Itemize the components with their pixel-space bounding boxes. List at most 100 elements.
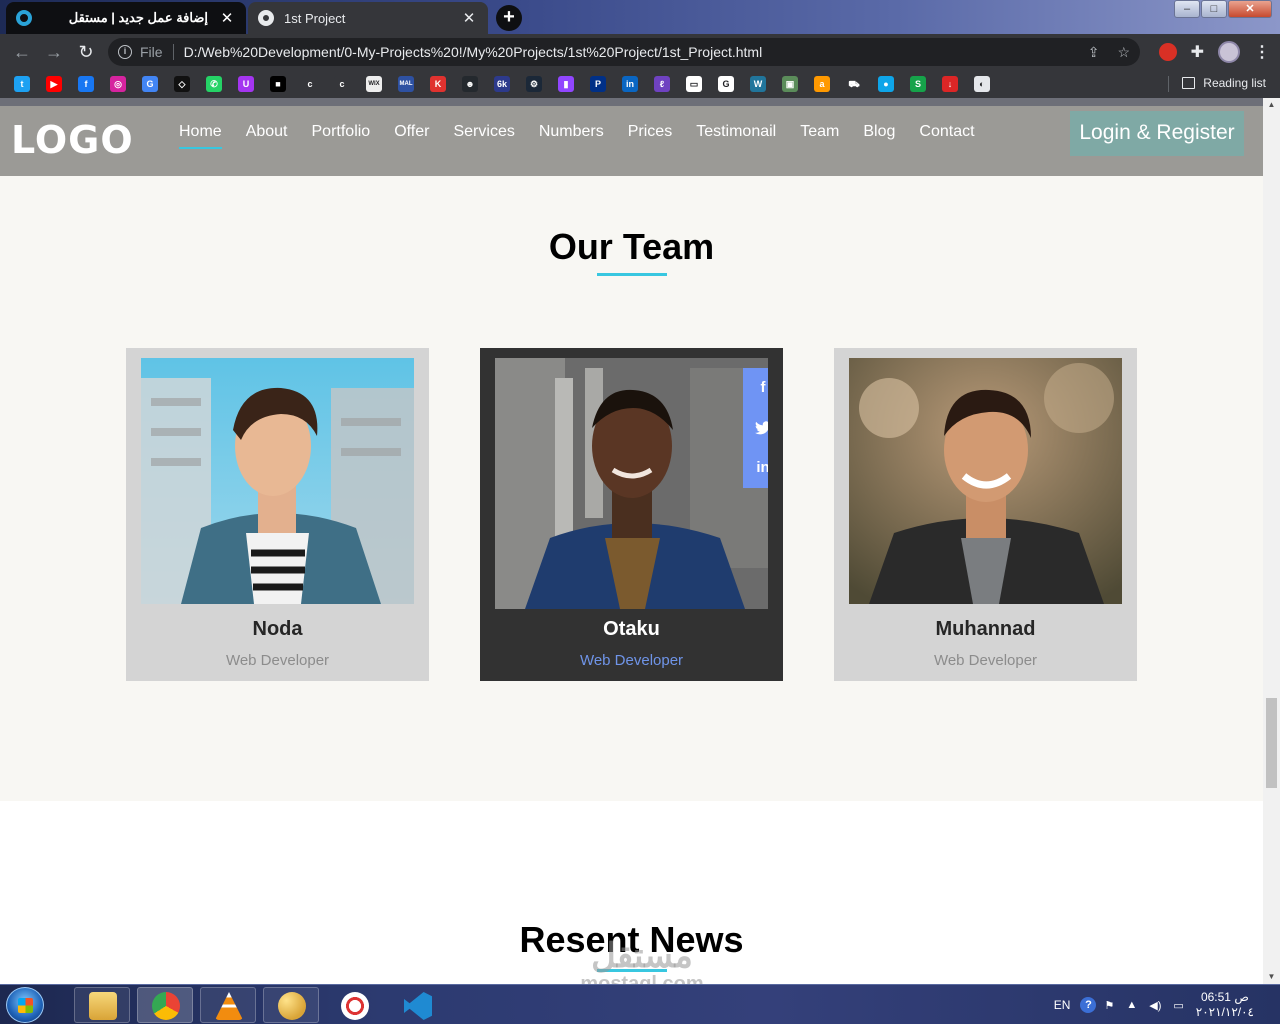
portrait-image [495,358,768,609]
new-tab-button[interactable]: + [496,5,522,31]
explorer-icon[interactable] [74,987,130,1023]
close-tab-icon[interactable]: ✕ [460,9,478,27]
c2-icon[interactable]: c [334,76,350,92]
nav-services[interactable]: Services [453,123,514,149]
twitter-icon[interactable] [743,408,768,448]
start-button[interactable] [6,987,44,1023]
page-viewport: LOGO Home About Portfolio Offer Services… [0,98,1263,984]
scroll-up-icon[interactable]: ▲ [1263,98,1280,112]
nav-offer[interactable]: Offer [394,123,429,149]
login-register-button[interactable]: Login & Register [1070,111,1244,156]
k-icon[interactable]: K [430,76,446,92]
bookmarks-divider [1168,76,1169,92]
mal-icon[interactable]: MAL [398,76,414,92]
codepen-icon[interactable]: ◇ [174,76,190,92]
page-scrollbar[interactable]: ▲ ▼ [1263,98,1280,984]
youtube-icon[interactable]: ▶ [46,76,62,92]
vlc-icon[interactable] [200,987,256,1023]
circle-icon[interactable]: ● [878,76,894,92]
steam-icon[interactable]: ⚙ [526,76,542,92]
back-arrow-icon[interactable]: ← [12,42,32,62]
whatsapp-icon[interactable]: ✆ [206,76,222,92]
feather-icon[interactable]: ℓ [654,76,670,92]
nav-team[interactable]: Team [800,123,839,149]
extensions-puzzle-icon[interactable]: ✚ [1191,42,1204,62]
download-icon[interactable]: ↓ [942,76,958,92]
site-icon[interactable]: ▭ [686,76,702,92]
google-icon[interactable]: G [718,76,734,92]
close-window-button[interactable]: ✕ [1228,0,1272,18]
tab-title: 1st Project [284,10,346,26]
wix-icon[interactable]: WIX [366,76,382,92]
nav-testimonail[interactable]: Testimonail [696,123,776,149]
close-tab-icon[interactable]: ✕ [218,9,236,27]
wordpress-icon[interactable]: W [750,76,766,92]
show-hidden-icons[interactable]: ▲ [1126,999,1137,1011]
tab-mostaql[interactable]: إضافة عمل جديد | مستقل ✕ [6,2,246,34]
image-icon[interactable]: ▣ [782,76,798,92]
s-icon[interactable]: S [910,76,926,92]
portrait-image [141,358,414,604]
network-icon[interactable]: ▭ [1173,999,1183,1012]
maximize-button[interactable]: □ [1201,0,1227,18]
browser-toolbar: ← → ↻ i File D:/Web%20Development/0-My-P… [0,34,1280,70]
help-icon[interactable]: ? [1080,997,1097,1013]
scroll-thumb[interactable] [1266,698,1277,788]
udemy-icon[interactable]: U [238,76,254,92]
github-icon[interactable]: ☻ [462,76,478,92]
globe-icon[interactable]: ◐ [974,76,990,92]
news-title-underline [597,969,667,972]
language-indicator[interactable]: EN [1054,998,1071,1012]
scroll-down-icon[interactable]: ▼ [1263,970,1280,984]
reading-list-button[interactable]: Reading list [1182,76,1266,90]
tab-1st-project[interactable]: 1st Project ✕ [248,2,488,34]
address-bar[interactable]: i File D:/Web%20Development/0-My-Project… [108,38,1140,66]
paint-icon[interactable] [263,987,319,1023]
nav-numbers[interactable]: Numbers [539,123,604,149]
window-controls: – □ ✕ [1173,0,1272,18]
menu-kebab-icon[interactable]: ⋮ [1254,42,1270,62]
share-icon[interactable]: ⇪ [1088,44,1100,61]
team-card-otaku[interactable]: f in Otaku Web Developer [480,348,783,681]
paypal-icon[interactable]: P [590,76,606,92]
linkedin-icon[interactable]: in [622,76,638,92]
clock[interactable]: 06:51 ص ٢٠٢١/١٢/٠٤ [1196,990,1254,1020]
nav-blog[interactable]: Blog [863,123,895,149]
bookmark-icon[interactable]: ■ [270,76,286,92]
star-icon[interactable]: ☆ [1117,44,1130,61]
reading-list-icon [1182,77,1196,89]
forward-arrow-icon[interactable]: → [44,42,64,62]
team-card-muhannad[interactable]: Muhannad Web Developer [834,348,1137,681]
info-icon[interactable]: i [118,45,132,59]
vscode-icon[interactable] [389,987,445,1023]
c-icon[interactable]: c [302,76,318,92]
team-card-noda[interactable]: Noda Web Developer [126,348,429,681]
volume-icon[interactable]: ◀) [1149,999,1161,1012]
site-logo[interactable]: LOGO [11,118,134,162]
network-flag-icon[interactable]: ⚑ [1104,999,1114,1012]
nav-contact[interactable]: Contact [919,123,974,149]
facebook-icon[interactable]: f [78,76,94,92]
linkedin-icon[interactable]: in [743,448,768,488]
nav-prices[interactable]: Prices [628,123,672,149]
chrome-icon[interactable] [137,987,193,1023]
6k-icon[interactable]: 6k [494,76,510,92]
instagram-icon[interactable]: ◎ [110,76,126,92]
nav-portfolio[interactable]: Portfolio [312,123,371,149]
twitch-icon[interactable]: ▮ [558,76,574,92]
nav-about[interactable]: About [246,123,288,149]
translate-icon[interactable]: G [142,76,158,92]
snipping-tool-icon[interactable] [326,987,382,1023]
member-role: Web Developer [933,652,1038,669]
profile-avatar[interactable] [1218,41,1240,63]
main-nav: Home About Portfolio Offer Services Numb… [179,123,999,149]
url-text[interactable]: D:/Web%20Development/0-My-Projects%20!/M… [184,44,763,60]
reload-icon[interactable]: ↻ [76,42,96,62]
extension-red-icon[interactable] [1158,43,1177,61]
cart-icon[interactable]: ⛟ [846,76,862,92]
twitter-icon[interactable]: t [14,76,30,92]
minimize-button[interactable]: – [1174,0,1200,18]
nav-home[interactable]: Home [179,123,222,149]
facebook-icon[interactable]: f [743,368,768,408]
amazon-icon[interactable]: a [814,76,830,92]
